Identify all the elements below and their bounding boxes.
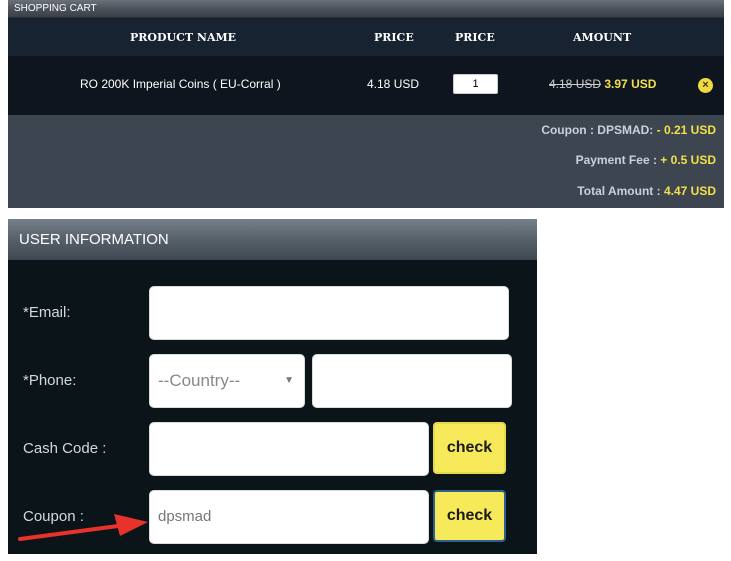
old-amount: 4.18 USD <box>549 77 602 91</box>
phone-label: *Phone: <box>23 372 77 389</box>
coupon-check-button[interactable]: check <box>433 490 506 542</box>
cart-header: SHOPPING CART <box>8 0 724 18</box>
payment-fee-line: Payment Fee : + 0.5 USD <box>576 153 716 167</box>
column-price: PRICE <box>374 31 414 44</box>
total-amount-value: 4.47 USD <box>663 184 716 198</box>
column-product-name: PRODUCT NAME <box>130 31 237 44</box>
user-info-header: USER INFORMATION <box>8 219 537 260</box>
user-information-panel: USER INFORMATION *Email: *Phone: --Count… <box>8 219 537 554</box>
country-select[interactable]: --Country-- ▼ <box>149 354 305 408</box>
email-label: *Email: <box>23 304 71 321</box>
email-field[interactable] <box>149 286 509 340</box>
payment-fee-label: Payment Fee : <box>575 153 657 167</box>
column-quantity: PRICE <box>455 31 495 44</box>
item-amount: 4.18 USD 3.97 USD <box>549 77 656 91</box>
cash-code-label: Cash Code : <box>23 440 107 457</box>
total-amount-line: Total Amount : 4.47 USD <box>577 184 716 198</box>
product-price: 4.18 USD <box>367 77 420 91</box>
cart-item-row: RO 200K Imperial Coins ( EU-Corral ) 4.1… <box>8 56 724 115</box>
coupon-summary-value: - 0.21 USD <box>656 123 716 137</box>
coupon-summary-line: Coupon : DPSMAD: - 0.21 USD <box>541 123 716 137</box>
country-select-value: --Country-- <box>158 371 241 390</box>
coupon-field[interactable]: dpsmad <box>149 490 429 544</box>
cart-column-headers: PRODUCT NAME PRICE PRICE AMOUNT <box>8 18 724 56</box>
annotation-arrow-icon <box>18 514 148 541</box>
cash-code-check-button[interactable]: check <box>433 422 506 474</box>
phone-field[interactable] <box>312 354 512 408</box>
payment-fee-value: + 0.5 USD <box>660 153 716 167</box>
coupon-summary-label: Coupon : DPSMAD: <box>541 123 654 137</box>
product-name: RO 200K Imperial Coins ( EU-Corral ) <box>80 77 281 91</box>
total-amount-label: Total Amount : <box>577 184 661 198</box>
quantity-input[interactable]: 1 <box>453 74 498 94</box>
column-amount: AMOUNT <box>573 31 632 44</box>
chevron-down-icon: ▼ <box>284 375 294 386</box>
new-amount: 3.97 USD <box>604 77 657 91</box>
shopping-cart-panel: SHOPPING CART PRODUCT NAME PRICE PRICE A… <box>8 0 724 208</box>
cart-summary: Coupon : DPSMAD: - 0.21 USD Payment Fee … <box>8 115 724 208</box>
cash-code-field[interactable] <box>149 422 429 476</box>
remove-item-icon[interactable]: × <box>698 78 713 93</box>
